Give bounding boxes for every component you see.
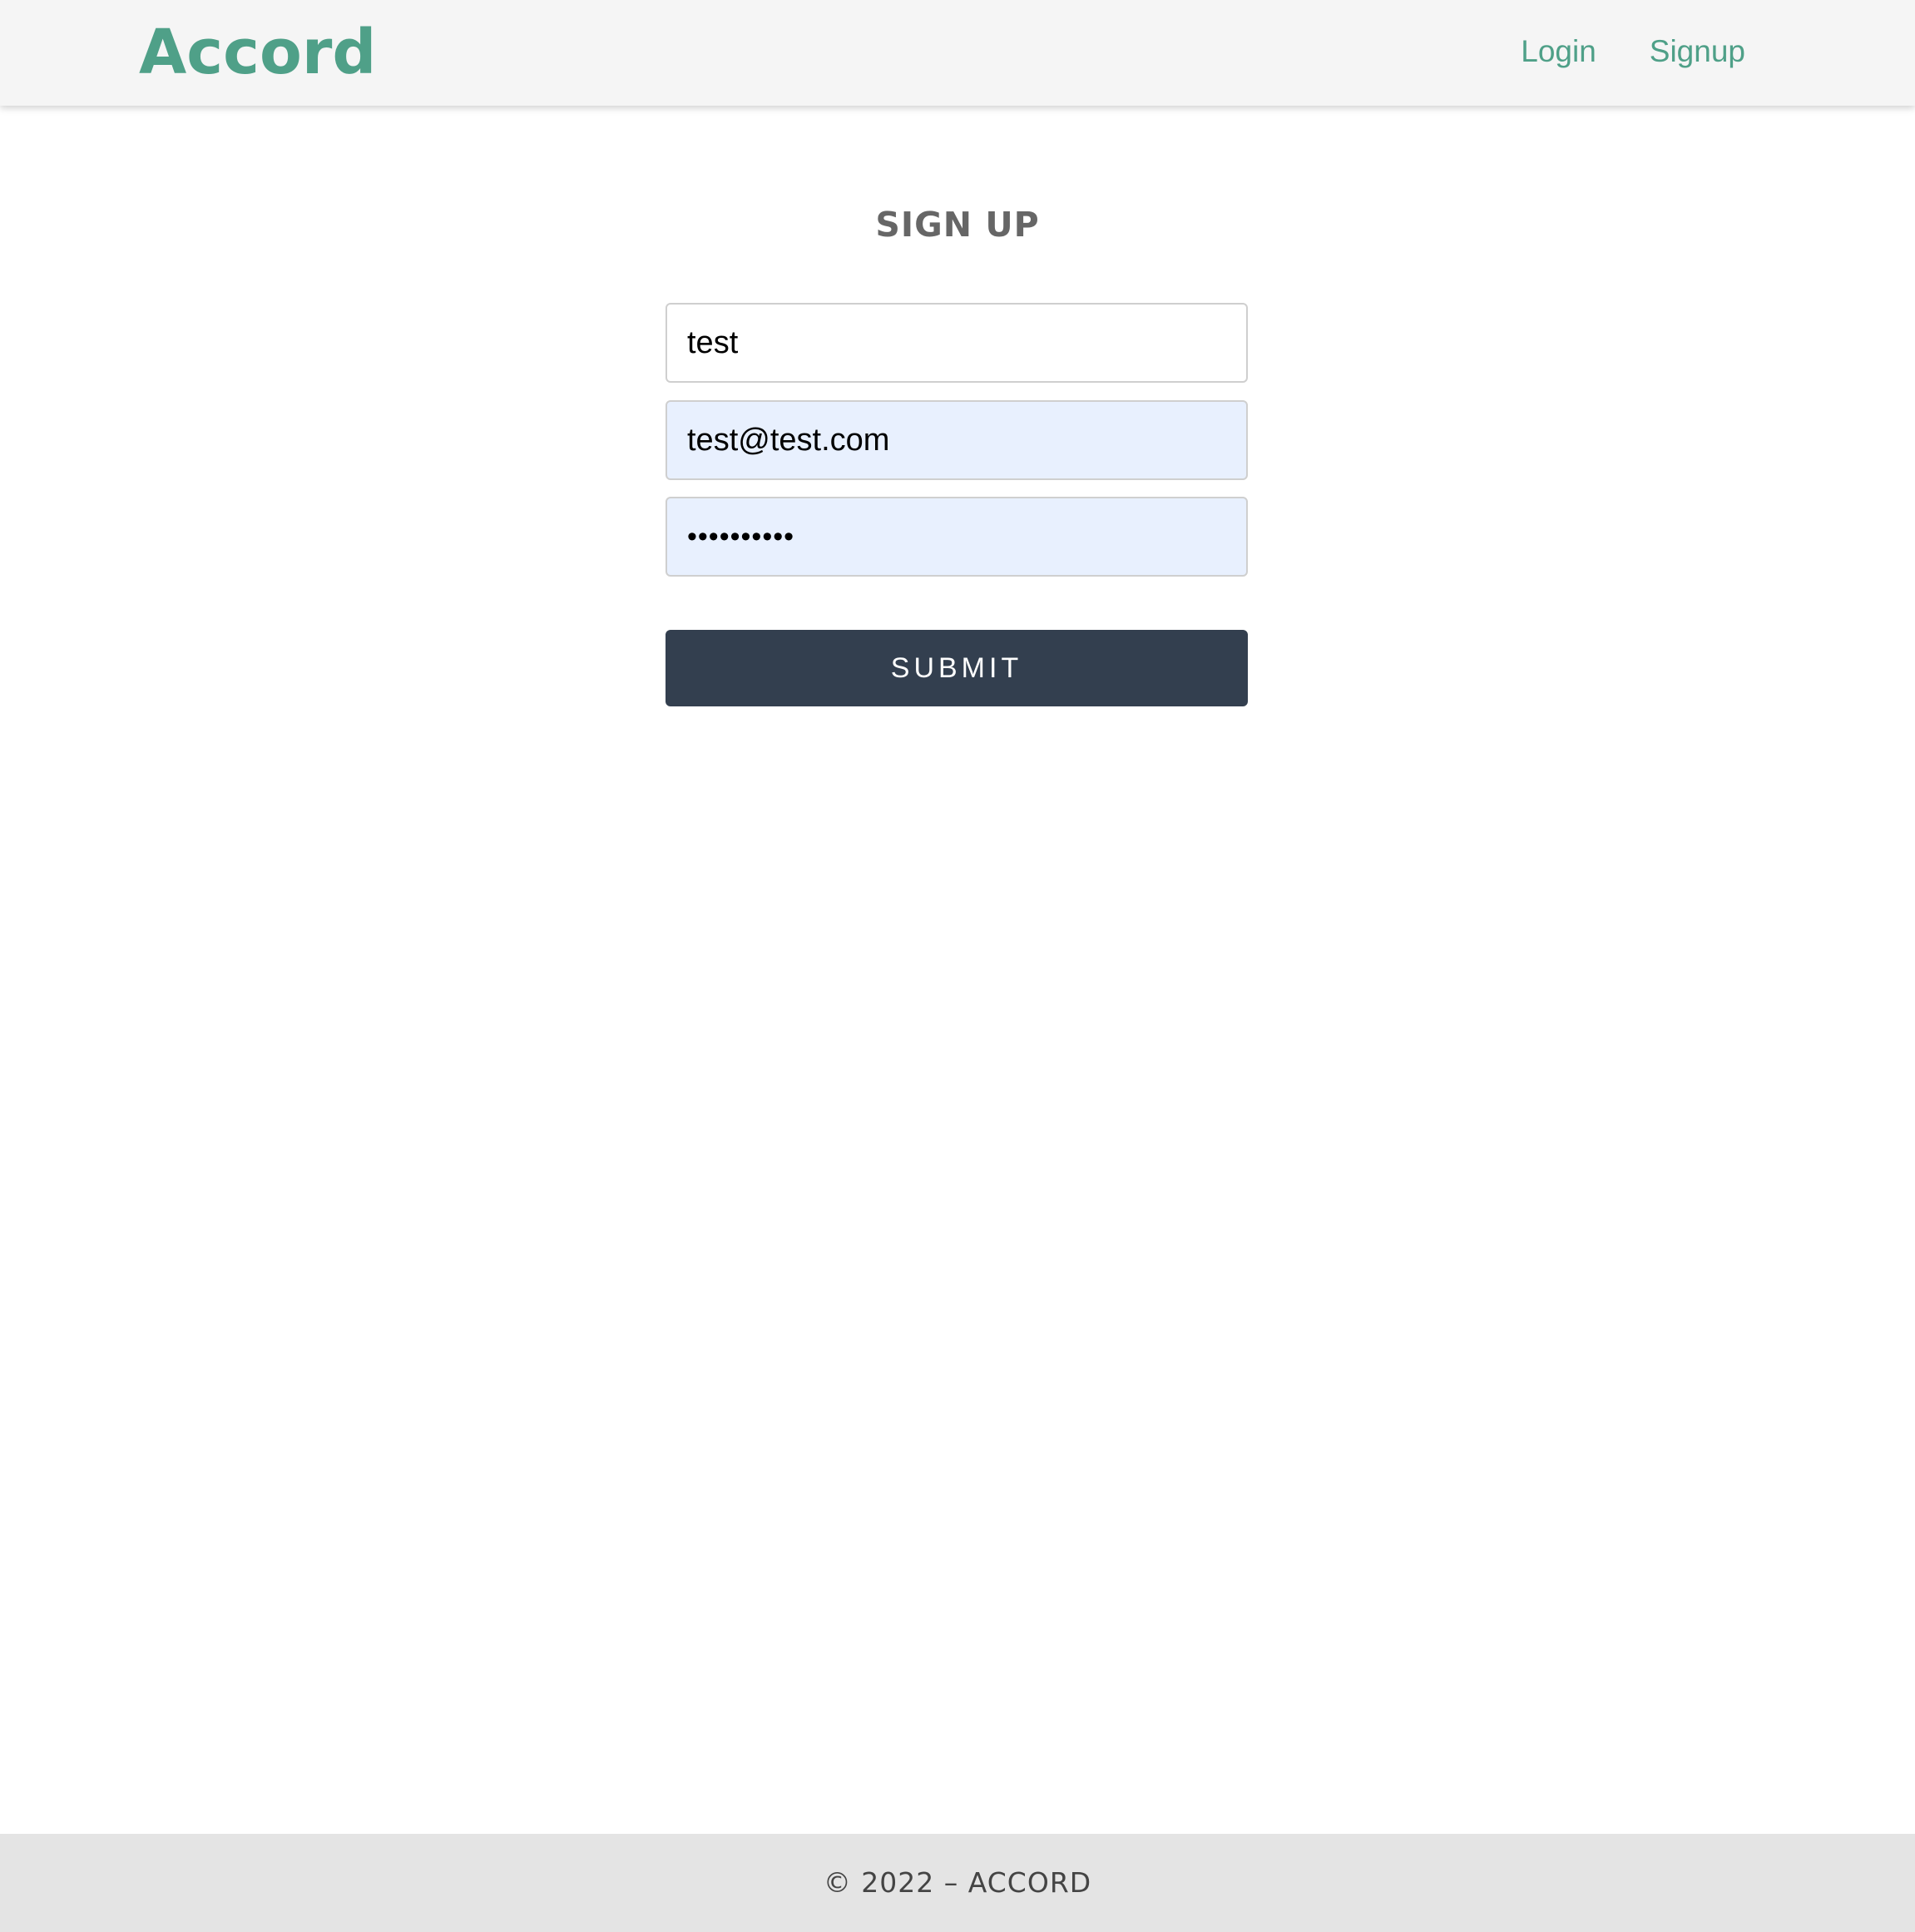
page-footer: © 2022 – ACCORD: [0, 1834, 1915, 1932]
nav-signup-link[interactable]: Signup: [1650, 28, 1745, 75]
page-title: SIGN UP: [875, 205, 1040, 245]
username-field[interactable]: [666, 303, 1248, 383]
password-field[interactable]: [666, 497, 1248, 577]
brand-logo[interactable]: Accord: [139, 13, 376, 92]
app-header: Accord Login Signup: [0, 0, 1915, 106]
nav-login-link[interactable]: Login: [1521, 28, 1596, 75]
email-field[interactable]: [666, 400, 1248, 480]
copyright-text: © 2022 – ACCORD: [823, 1866, 1092, 1899]
submit-button[interactable]: SUBMIT: [666, 630, 1248, 706]
top-nav: Login Signup: [1521, 28, 1745, 75]
